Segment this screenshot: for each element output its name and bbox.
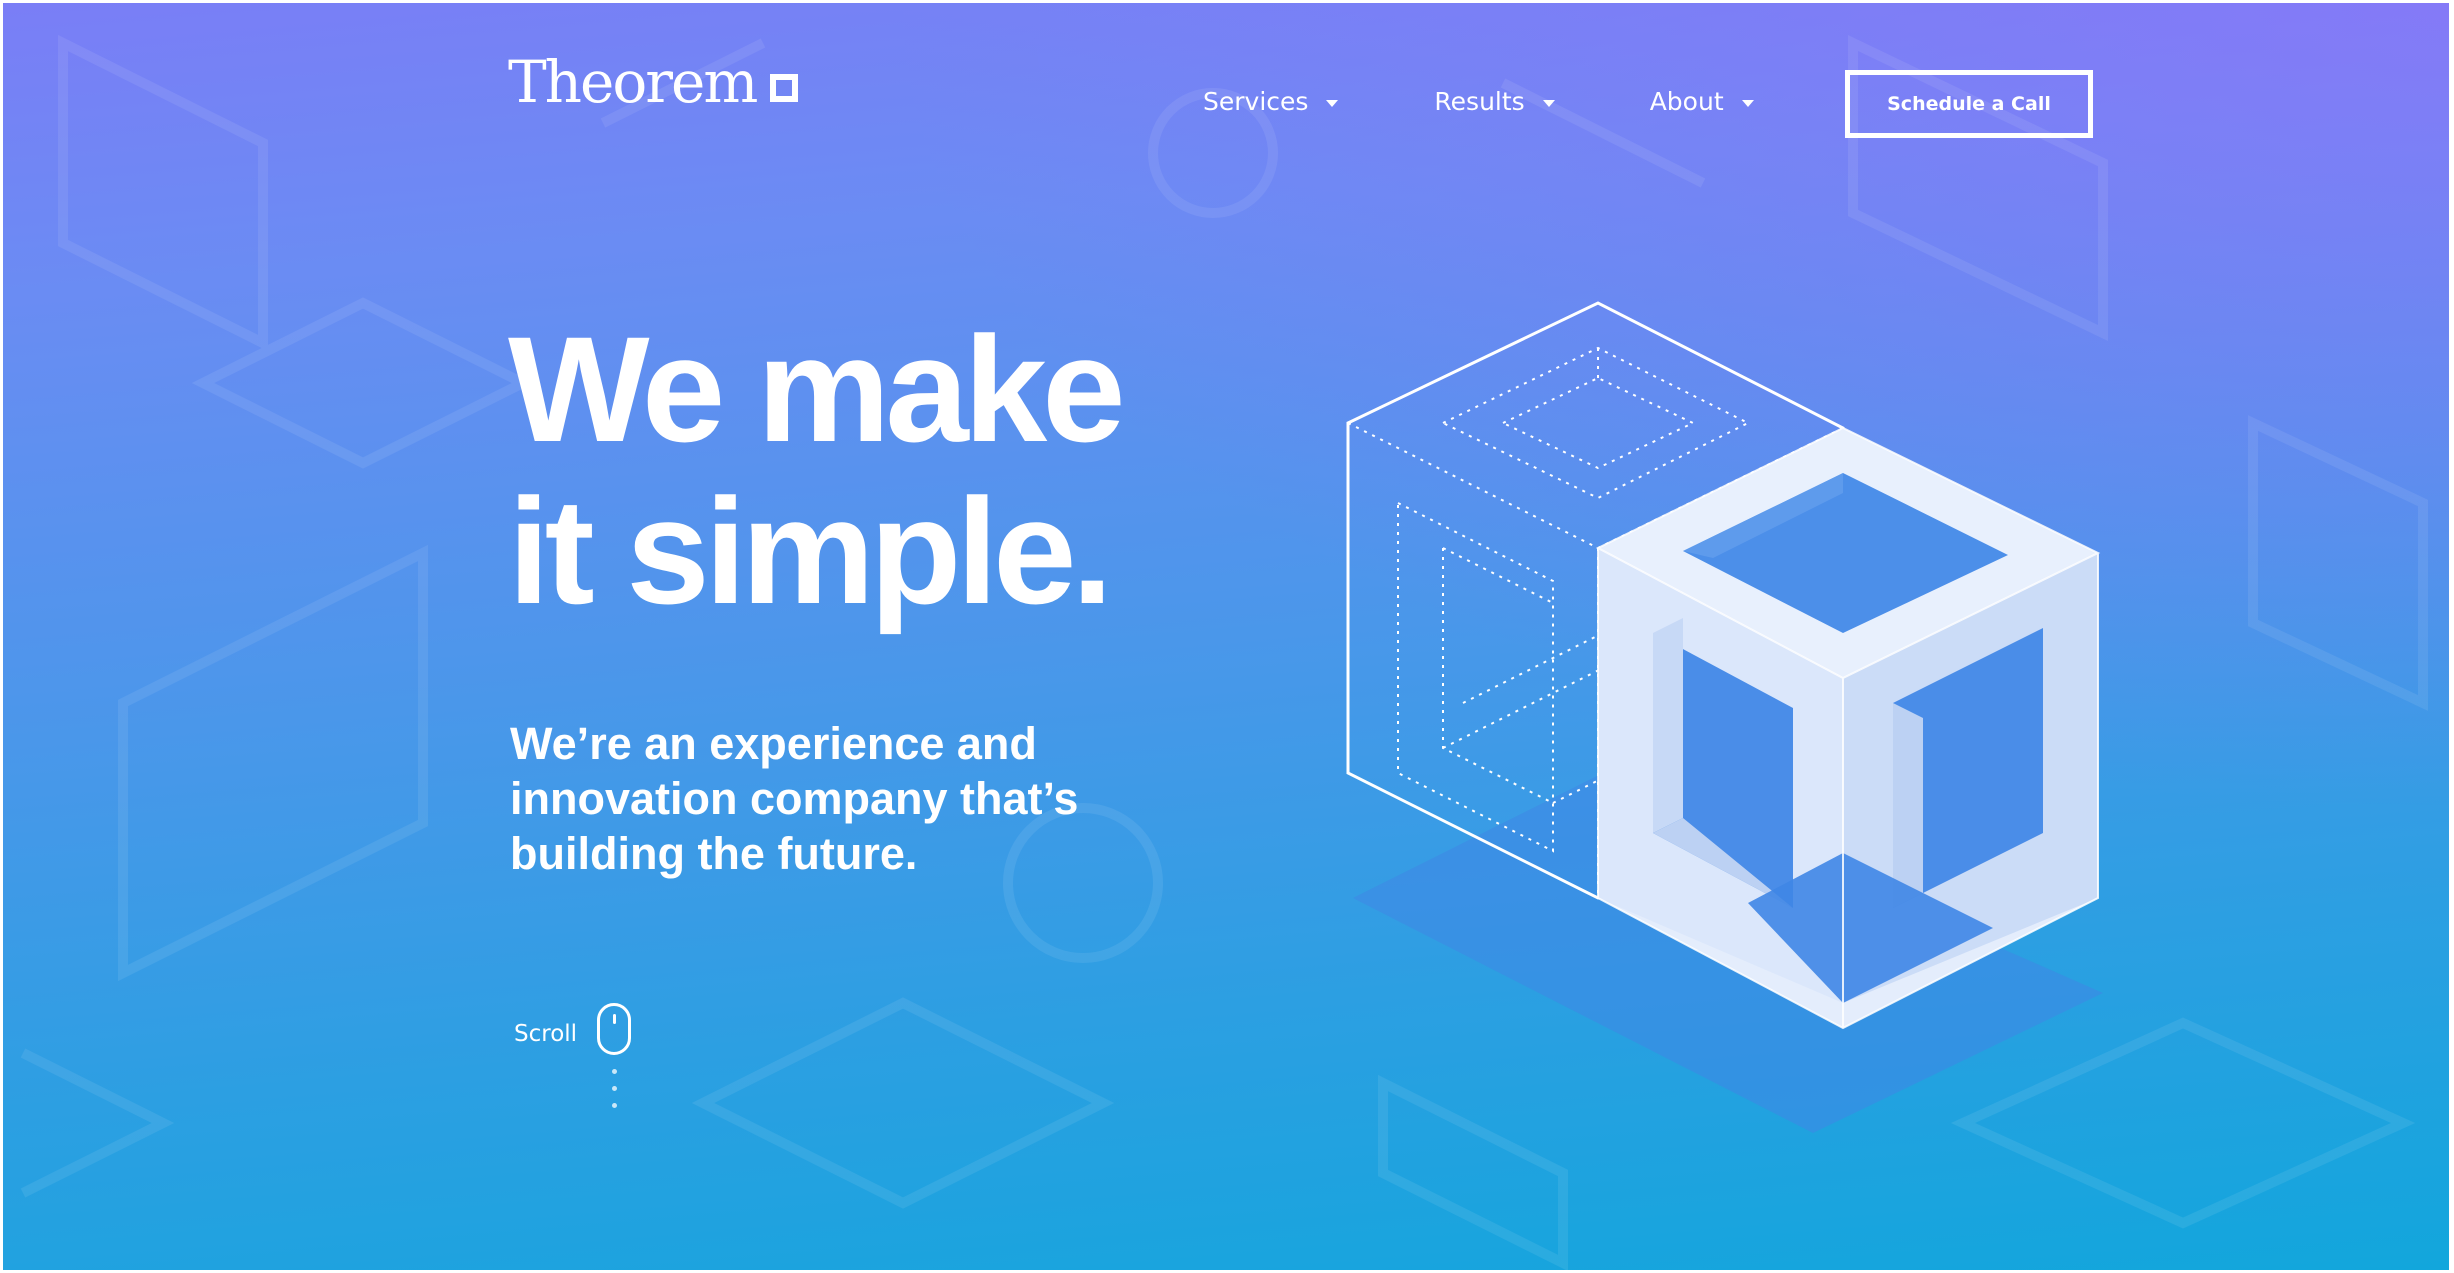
caret-down-icon <box>1326 99 1339 107</box>
logo-text: Theorem <box>508 48 758 116</box>
nav-item-services[interactable]: Services <box>1203 87 1339 116</box>
hero-subhead: We’re an experience and innovation compa… <box>510 718 1079 879</box>
schedule-call-button[interactable]: Schedule a Call <box>1845 70 2093 138</box>
headline-line-1: We make <box>508 305 1126 473</box>
scroll-dot <box>611 1086 617 1091</box>
scroll-label: Scroll <box>514 1021 578 1047</box>
nav-item-about[interactable]: About <box>1650 87 1754 116</box>
scroll-indicator[interactable]: Scroll <box>514 1003 632 1108</box>
caret-down-icon <box>1741 99 1754 107</box>
nav-label-services: Services <box>1203 87 1309 116</box>
caret-down-icon <box>1542 99 1555 107</box>
mouse-icon <box>597 1003 632 1055</box>
scroll-dot <box>611 1069 617 1074</box>
hero-section: Theorem Services Results About Schedule … <box>3 3 2449 1270</box>
logo[interactable]: Theorem <box>508 48 799 116</box>
impossible-cube-illustration <box>1346 301 2103 1133</box>
nav-label-results: Results <box>1434 87 1525 116</box>
scroll-dot <box>611 1103 617 1108</box>
solid-cube-frame <box>1595 426 2101 1030</box>
nav-label-about: About <box>1649 87 1724 116</box>
scroll-mouse-group <box>597 1003 632 1108</box>
headline-line-2: it simple. <box>508 467 1113 635</box>
square-outline-icon <box>770 74 799 102</box>
main-nav: Services Results About <box>1203 87 1844 116</box>
nav-item-results[interactable]: Results <box>1434 87 1555 116</box>
hero-headline: We make it simple. <box>508 305 1126 635</box>
